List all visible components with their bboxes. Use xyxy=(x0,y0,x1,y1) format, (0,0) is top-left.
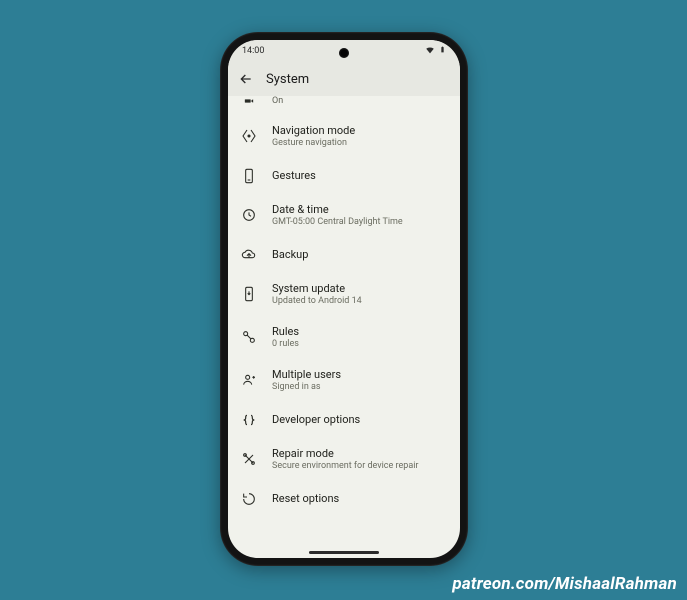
watermark: patreon.com/MishaalRahman xyxy=(452,574,677,594)
developer-icon xyxy=(240,411,258,429)
item-title: Repair mode xyxy=(272,447,418,461)
list-item-multiple-users[interactable]: Multiple users Signed in as xyxy=(228,359,460,402)
item-sub: 0 rules xyxy=(272,339,299,350)
list-item-gestures[interactable]: Gestures xyxy=(228,158,460,194)
navigation-icon xyxy=(240,127,258,145)
partial-sub: On xyxy=(272,96,283,107)
item-sub: GMT-05:00 Central Daylight Time xyxy=(272,217,403,228)
partial-icon xyxy=(240,96,258,106)
list-item-repair-mode[interactable]: Repair mode Secure environment for devic… xyxy=(228,438,460,481)
list-item-backup[interactable]: Backup xyxy=(228,237,460,273)
list-item-date-time[interactable]: Date & time GMT-05:00 Central Daylight T… xyxy=(228,194,460,237)
gestures-icon xyxy=(240,167,258,185)
item-sub: Gesture navigation xyxy=(272,138,355,149)
repair-icon xyxy=(240,450,258,468)
item-title: Multiple users xyxy=(272,368,341,382)
reset-icon xyxy=(240,490,258,508)
rules-icon xyxy=(240,328,258,346)
item-title: Developer options xyxy=(272,413,360,427)
users-icon xyxy=(240,371,258,389)
backup-icon xyxy=(240,246,258,264)
battery-icon xyxy=(439,44,446,58)
list-item-reset-options[interactable]: Reset options xyxy=(228,481,460,517)
list-item-navigation-mode[interactable]: Navigation mode Gesture navigation xyxy=(228,115,460,158)
item-title: Backup xyxy=(272,248,308,262)
item-title: Navigation mode xyxy=(272,124,355,138)
item-sub: Signed in as xyxy=(272,382,341,393)
list-item-rules[interactable]: Rules 0 rules xyxy=(228,316,460,359)
clock-icon xyxy=(240,206,258,224)
front-camera xyxy=(339,48,349,58)
wifi-icon xyxy=(425,45,435,58)
page-title: System xyxy=(266,72,309,87)
item-title: Rules xyxy=(272,325,299,339)
item-sub: Updated to Android 14 xyxy=(272,296,362,307)
phone-frame: 14:00 System On xyxy=(220,32,468,566)
gesture-nav-bar[interactable] xyxy=(309,551,379,554)
app-bar: System xyxy=(228,62,460,96)
item-title: Gestures xyxy=(272,169,316,183)
list-item-partial[interactable]: On xyxy=(228,96,460,115)
status-icons xyxy=(425,44,446,58)
list-item-system-update[interactable]: System update Updated to Android 14 xyxy=(228,273,460,316)
back-button[interactable] xyxy=(238,71,254,87)
screen: 14:00 System On xyxy=(228,40,460,558)
item-sub: Secure environment for device repair xyxy=(272,461,418,472)
list-item-developer-options[interactable]: Developer options xyxy=(228,402,460,438)
settings-list: On Navigation mode Gesture navigation Ge… xyxy=(228,96,460,558)
status-time: 14:00 xyxy=(242,46,264,56)
item-title: System update xyxy=(272,282,362,296)
update-icon xyxy=(240,285,258,303)
item-title: Reset options xyxy=(272,492,339,506)
item-title: Date & time xyxy=(272,203,403,217)
